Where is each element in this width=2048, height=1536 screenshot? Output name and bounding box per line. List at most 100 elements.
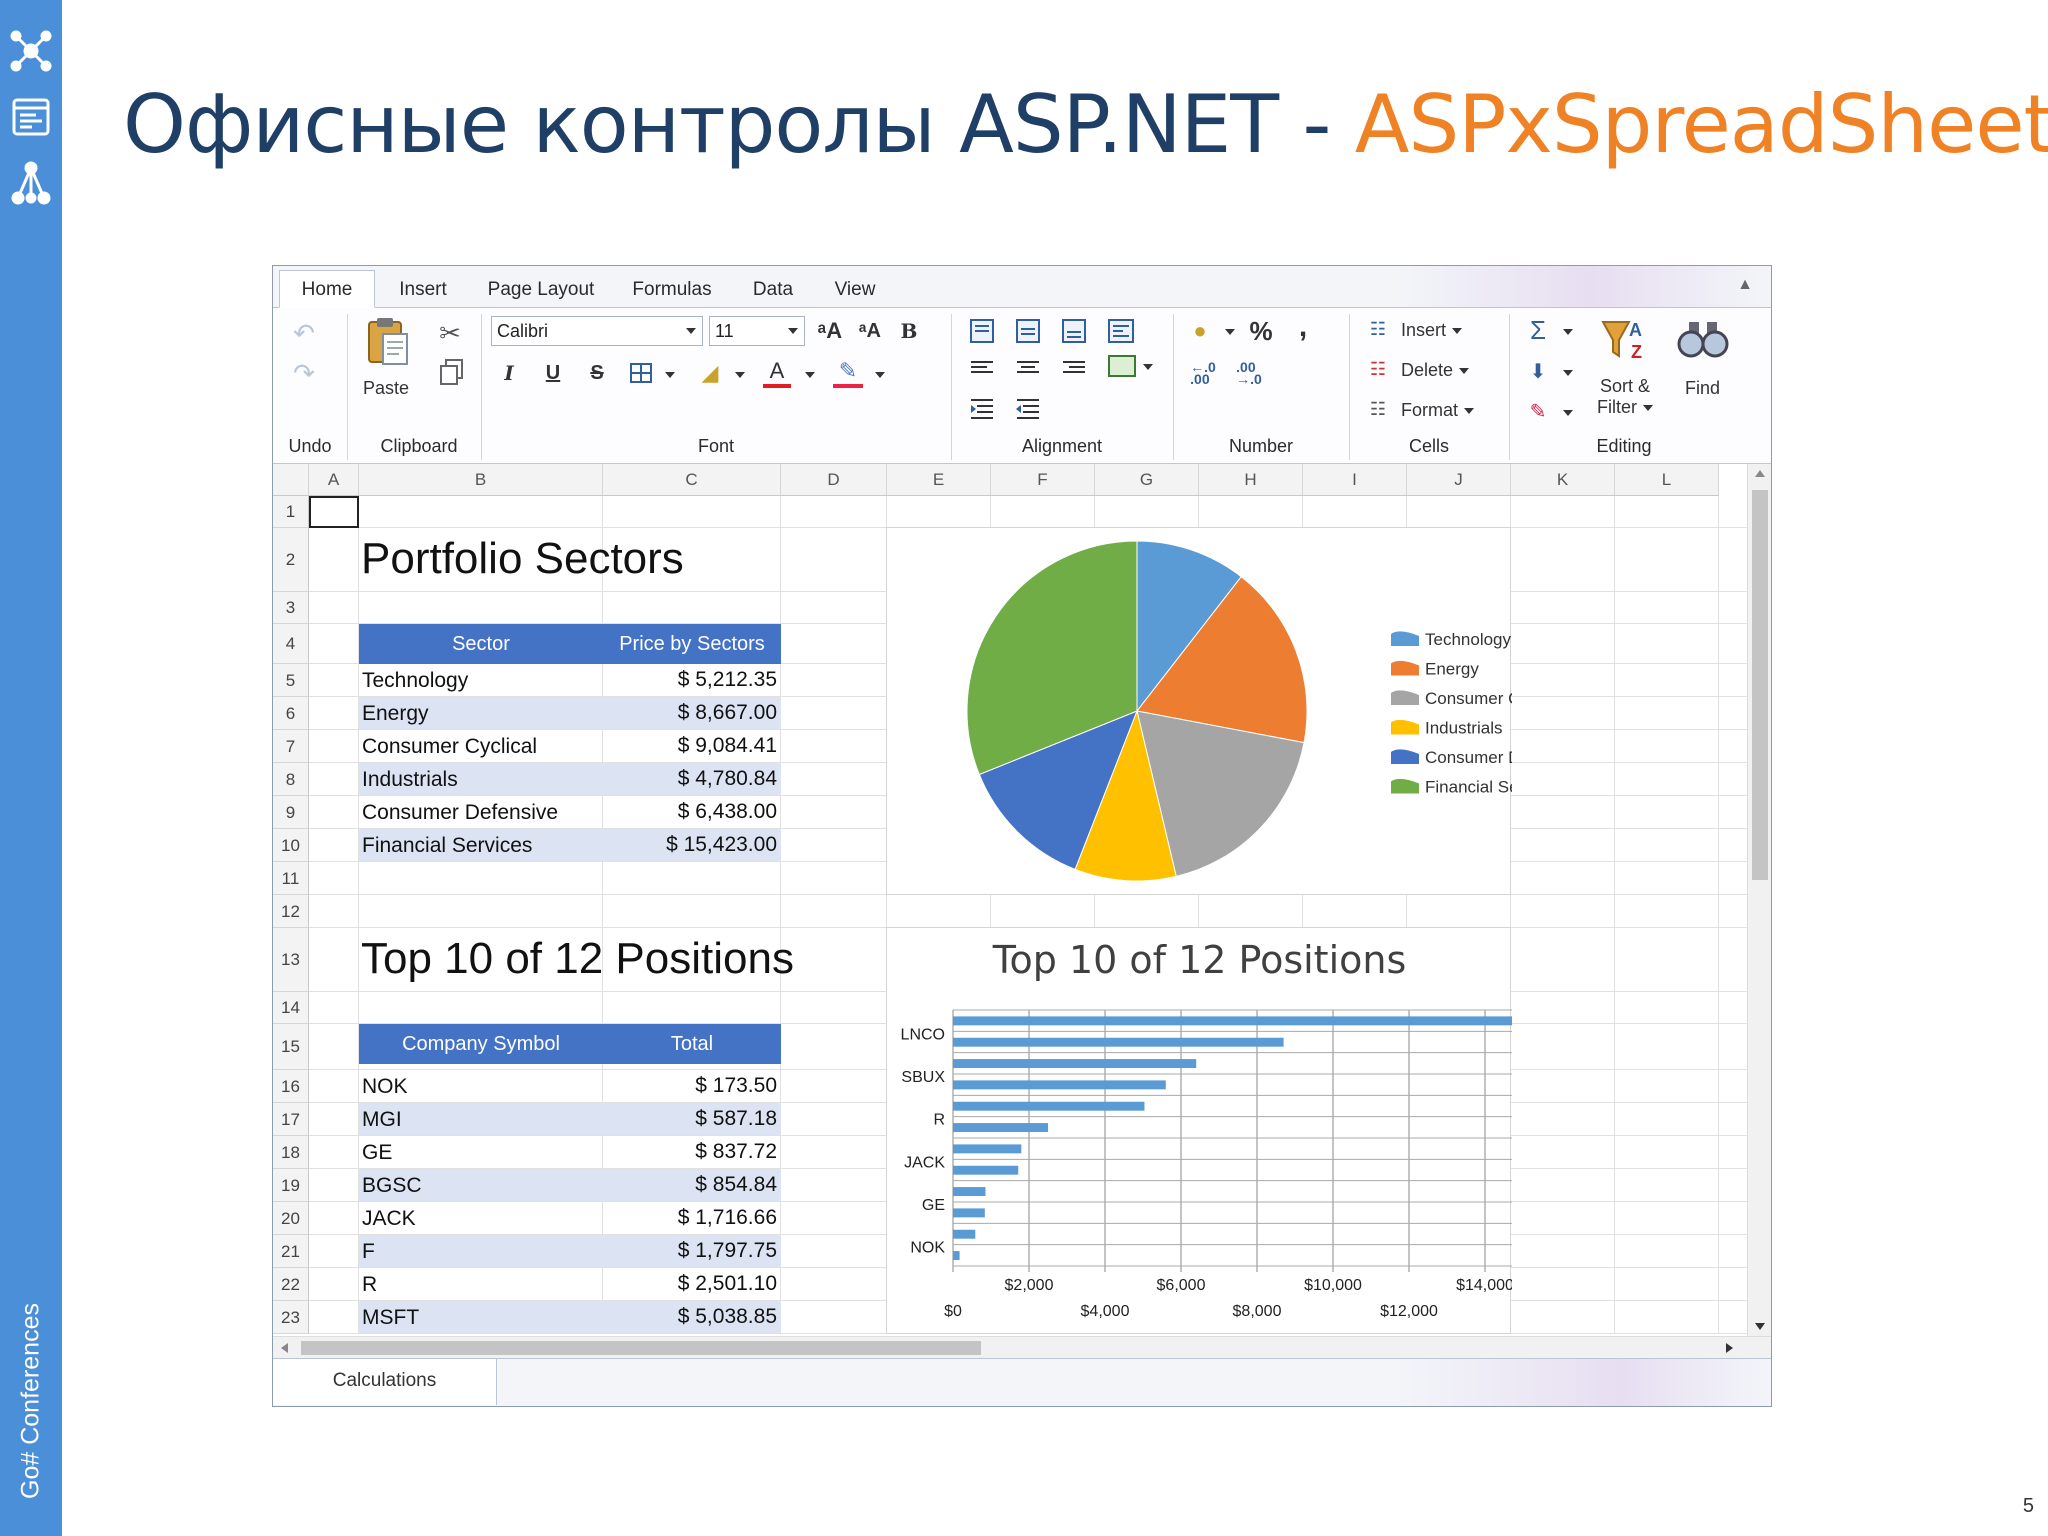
table-cell-name[interactable]: GE — [362, 1141, 392, 1165]
selected-cell[interactable] — [309, 496, 359, 528]
currency-dropdown-icon[interactable] — [1225, 329, 1235, 335]
bold-button[interactable]: B — [895, 316, 923, 346]
column-header[interactable]: F — [991, 464, 1095, 496]
bar[interactable] — [953, 1080, 1166, 1090]
table-cell-name[interactable]: NOK — [362, 1075, 408, 1099]
cut-icon[interactable]: ✂ — [433, 316, 467, 350]
column-header[interactable]: G — [1095, 464, 1199, 496]
highlight-dropdown-icon[interactable] — [875, 372, 885, 378]
row-header[interactable]: 6 — [273, 697, 309, 730]
column-header[interactable]: E — [887, 464, 991, 496]
autosum-icon[interactable]: Σ — [1523, 314, 1553, 346]
format-cells-button[interactable]: Format — [1401, 400, 1475, 421]
row-header[interactable]: 9 — [273, 796, 309, 829]
horizontal-scroll-thumb[interactable] — [301, 1341, 981, 1355]
table-cell-name[interactable]: F — [362, 1240, 375, 1264]
horizontal-scrollbar[interactable] — [273, 1336, 1771, 1358]
scroll-left-icon[interactable] — [281, 1343, 288, 1353]
table-cell-name[interactable]: Consumer Defensive — [362, 801, 558, 825]
find-button[interactable]: Find — [1685, 378, 1720, 399]
column-header[interactable]: K — [1511, 464, 1615, 496]
column-header[interactable]: I — [1303, 464, 1407, 496]
select-all-corner[interactable] — [273, 464, 309, 496]
row-header[interactable]: 3 — [273, 592, 309, 624]
percent-button[interactable]: % — [1243, 314, 1279, 348]
column-header[interactable]: B — [359, 464, 603, 496]
row-header[interactable]: 12 — [273, 895, 309, 928]
table-cell-name[interactable]: Technology — [362, 669, 468, 693]
decrease-decimal-icon[interactable]: .00 →.0 — [1229, 358, 1269, 388]
tab-home[interactable]: Home — [279, 270, 375, 308]
shrink-font-icon[interactable]: ᵃA — [853, 316, 887, 346]
row-header[interactable]: 8 — [273, 763, 309, 796]
binoculars-icon[interactable] — [1677, 318, 1729, 360]
table-cell-value[interactable]: $ 2,501.10 — [603, 1272, 777, 1296]
fill-dropdown-icon[interactable] — [1563, 370, 1573, 376]
collapse-ribbon-icon[interactable]: ▲ — [1737, 276, 1753, 294]
column-header[interactable]: H — [1199, 464, 1303, 496]
tab-view[interactable]: View — [819, 275, 891, 308]
table-cell-name[interactable]: JACK — [362, 1207, 416, 1231]
table-cell-value[interactable]: $ 5,038.85 — [603, 1305, 777, 1329]
table-cell-value[interactable]: $ 8,667.00 — [603, 701, 777, 725]
sheet-tab-calculations[interactable]: Calculations — [273, 1359, 497, 1405]
table-cell-value[interactable]: $ 15,423.00 — [603, 833, 777, 857]
row-header[interactable]: 4 — [273, 624, 309, 664]
column-header[interactable]: C — [603, 464, 781, 496]
row-header[interactable]: 19 — [273, 1169, 309, 1202]
bar[interactable] — [953, 1251, 960, 1261]
font-color-button[interactable]: A — [763, 358, 791, 388]
fill-icon[interactable]: ⬇ — [1523, 356, 1553, 386]
bar[interactable] — [953, 1187, 986, 1197]
table-cell-value[interactable]: $ 6,438.00 — [603, 800, 777, 824]
table-cell-name[interactable]: Financial Services — [362, 834, 532, 858]
column-header[interactable]: A — [309, 464, 359, 496]
row-header[interactable]: 7 — [273, 730, 309, 763]
column-header[interactable]: D — [781, 464, 887, 496]
row-header[interactable]: 2 — [273, 528, 309, 592]
strikethrough-button[interactable]: S — [583, 358, 611, 388]
table-cell-value[interactable]: $ 4,780.84 — [603, 767, 777, 791]
undo-icon[interactable]: ↶ — [287, 316, 321, 350]
font-name-select[interactable]: Calibri — [491, 316, 703, 346]
autosum-dropdown-icon[interactable] — [1563, 329, 1573, 335]
table-cell-name[interactable]: Energy — [362, 702, 429, 726]
row-header[interactable]: 20 — [273, 1202, 309, 1235]
insert-cells-button[interactable]: Insert — [1401, 320, 1463, 341]
row-header[interactable]: 11 — [273, 862, 309, 895]
row-header[interactable]: 18 — [273, 1136, 309, 1169]
table-cell-name[interactable]: MSFT — [362, 1306, 419, 1330]
bar[interactable] — [953, 1229, 976, 1239]
table-cell-name[interactable]: Consumer Cyclical — [362, 735, 537, 759]
table-cell-value[interactable]: $ 587.18 — [603, 1107, 777, 1131]
tab-page-layout[interactable]: Page Layout — [473, 275, 609, 308]
row-header[interactable]: 15 — [273, 1024, 309, 1070]
row-header[interactable]: 22 — [273, 1268, 309, 1301]
row-header[interactable]: 17 — [273, 1103, 309, 1136]
table-cell-value[interactable]: $ 854.84 — [603, 1173, 777, 1197]
table-cell-value[interactable]: $ 1,797.75 — [603, 1239, 777, 1263]
sort-filter-button[interactable]: Sort & Filter — [1593, 376, 1657, 418]
italic-button[interactable]: I — [495, 358, 523, 388]
row-header[interactable]: 14 — [273, 992, 309, 1024]
comma-button[interactable]: , — [1291, 310, 1315, 344]
vertical-scroll-thumb[interactable] — [1752, 490, 1768, 880]
fill-color-dropdown-icon[interactable] — [735, 372, 745, 378]
row-header[interactable]: 5 — [273, 664, 309, 697]
table-cell-value[interactable]: $ 837.72 — [603, 1140, 777, 1164]
row-header[interactable]: 13 — [273, 928, 309, 992]
underline-button[interactable]: U — [539, 358, 567, 388]
table-cell-value[interactable]: $ 9,084.41 — [603, 734, 777, 758]
column-header[interactable]: L — [1615, 464, 1719, 496]
table-cell-value[interactable]: $ 173.50 — [603, 1074, 777, 1098]
fill-color-icon[interactable]: ◢ — [695, 358, 725, 388]
spreadsheet-grid[interactable]: A B C D E F G H I J K L 1 2 3 4 5 6 7 8 9 10 11 12 13 14 15 16 17 18 1… — [273, 464, 1747, 1336]
row-header[interactable]: 16 — [273, 1070, 309, 1103]
bar[interactable] — [953, 1123, 1049, 1133]
tab-data[interactable]: Data — [735, 275, 811, 308]
currency-icon[interactable]: ● — [1185, 316, 1215, 346]
clear-icon[interactable]: ✎ — [1523, 396, 1553, 426]
bar[interactable] — [953, 1101, 1145, 1111]
paste-button[interactable]: Paste — [363, 378, 409, 399]
sort-filter-icon[interactable]: A Z — [1599, 314, 1649, 364]
